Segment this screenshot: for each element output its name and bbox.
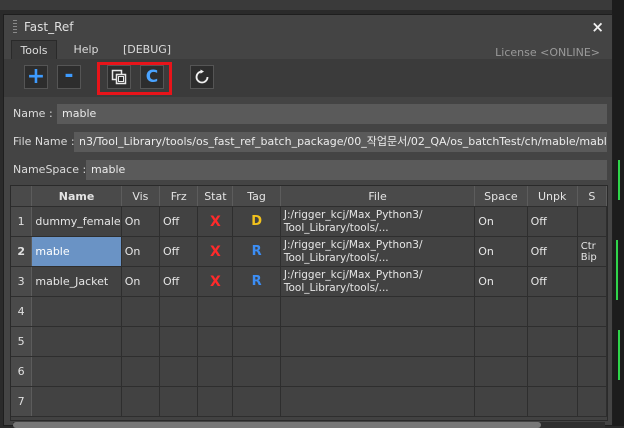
tag-letter: D [251,214,262,229]
file-name-row: File Name : n3/Tool_Library/tools/os_fas… [4,132,612,152]
cell-tag[interactable]: R [232,266,281,297]
reference-table: Name Vis Frz Stat Tag File Space Unpk S … [10,185,608,421]
namespace-row: NameSpace : mable [4,160,612,180]
cell-name[interactable]: mable [31,236,122,267]
cell-stat[interactable]: X [197,266,234,297]
tab-help[interactable]: Help [61,40,111,59]
header-vis[interactable]: Vis [121,186,161,207]
toolbar: + - C [4,59,612,97]
table-row-empty[interactable]: 5 [11,326,607,357]
title-bar[interactable]: Fast_Ref × [4,15,612,39]
copy-stack-icon [111,69,127,85]
cell-tag[interactable]: R [232,236,281,267]
horizontal-scrollbar[interactable] [13,422,605,428]
header-s[interactable]: S [577,186,607,207]
name-row: Name : mable [4,104,612,124]
name-input[interactable]: mable [57,104,607,124]
table-row-empty[interactable]: 7 [11,386,607,417]
row-number[interactable]: 6 [11,356,33,387]
cell-file[interactable]: J:/rigger_kcj/Max_Python3/ Tool_Library/… [280,266,476,297]
cell-unpk[interactable]: Off [527,266,578,297]
tab-debug[interactable]: [DEBUG] [115,40,179,59]
header-corner[interactable] [11,186,33,207]
file-name-input[interactable]: n3/Tool_Library/tools/os_fast_ref_batch_… [74,132,607,152]
file-name-label: File Name : [13,135,75,148]
header-unpk[interactable]: Unpk [527,186,578,207]
viewport-line [616,240,618,300]
cell-stat[interactable]: X [197,236,234,267]
namespace-input[interactable]: mable [86,160,607,180]
tag-letter: R [251,244,262,259]
namespace-label: NameSpace : [13,163,87,176]
scrollbar-thumb[interactable] [13,422,541,428]
c-button[interactable]: C [140,65,164,89]
cell-extra[interactable] [577,206,607,237]
cell-vis[interactable]: On [121,266,161,297]
fast-ref-window: Fast_Ref × Tools Help [DEBUG] License <O… [3,14,613,428]
header-name[interactable]: Name [31,186,122,207]
cell-extra[interactable] [577,266,607,297]
cell-file[interactable]: J:/rigger_kcj/Max_Python3/ Tool_Library/… [280,206,476,237]
drag-grip-icon[interactable] [13,20,17,34]
cell-frz[interactable]: Off [159,206,199,237]
cell-tag[interactable]: D [232,206,281,237]
window-title: Fast_Ref [24,20,74,34]
cell-frz[interactable]: Off [159,266,199,297]
license-status: License <ONLINE> [495,46,600,59]
status-x-icon: X [209,243,221,260]
table-row-empty[interactable]: 4 [11,296,607,327]
tab-tools[interactable]: Tools [11,40,57,59]
add-button[interactable]: + [24,65,48,89]
cell-frz[interactable]: Off [159,236,199,267]
refresh-button[interactable] [190,65,214,89]
row-number[interactable]: 1 [11,206,33,237]
row-number[interactable]: 2 [11,236,33,267]
header-space[interactable]: Space [474,186,528,207]
cell-name[interactable]: mable_Jacket [31,266,122,297]
cell-space[interactable]: On [474,266,528,297]
cell-unpk[interactable]: Off [527,236,578,267]
table-row[interactable]: 2 mable On Off X R J:/rigger_kcj/Max_Pyt… [11,236,607,267]
cell-file[interactable]: J:/rigger_kcj/Max_Python3/ Tool_Library/… [280,236,476,267]
tag-letter: R [251,274,262,289]
row-number[interactable]: 7 [11,386,33,417]
refresh-icon [195,69,209,84]
status-x-icon: X [209,213,221,230]
close-button[interactable]: × [591,18,604,36]
cell-extra[interactable]: Ctr Bip [577,236,607,267]
header-stat[interactable]: Stat [197,186,234,207]
cell-space[interactable]: On [474,236,528,267]
row-number[interactable]: 4 [11,296,33,327]
table-row[interactable]: 3 mable_Jacket On Off X R J:/rigger_kcj/… [11,266,607,297]
viewport-edge [612,0,624,426]
plus-icon: + [26,64,46,89]
cell-space[interactable]: On [474,206,528,237]
remove-button[interactable]: - [57,62,81,89]
cell-vis[interactable]: On [121,236,161,267]
row-number[interactable]: 5 [11,326,33,357]
status-x-icon: X [209,273,221,290]
c-letter-icon: C [145,67,159,87]
background-strip [0,0,624,10]
row-number[interactable]: 3 [11,266,33,297]
table-row[interactable]: 1 dummy_female On Off X D J:/rigger_kcj/… [11,206,607,237]
table-row-empty[interactable]: 6 [11,356,607,387]
viewport-line [618,160,620,200]
header-file[interactable]: File [280,186,476,207]
viewport-line [618,330,620,380]
name-label: Name : [13,107,53,120]
header-frz[interactable]: Frz [159,186,199,207]
header-tag[interactable]: Tag [232,186,281,207]
cell-name[interactable]: dummy_female [31,206,122,237]
cell-stat[interactable]: X [197,206,234,237]
minus-icon: - [64,62,74,88]
cell-unpk[interactable]: Off [527,206,578,237]
cell-vis[interactable]: On [121,206,161,237]
copy-button[interactable] [107,65,131,89]
